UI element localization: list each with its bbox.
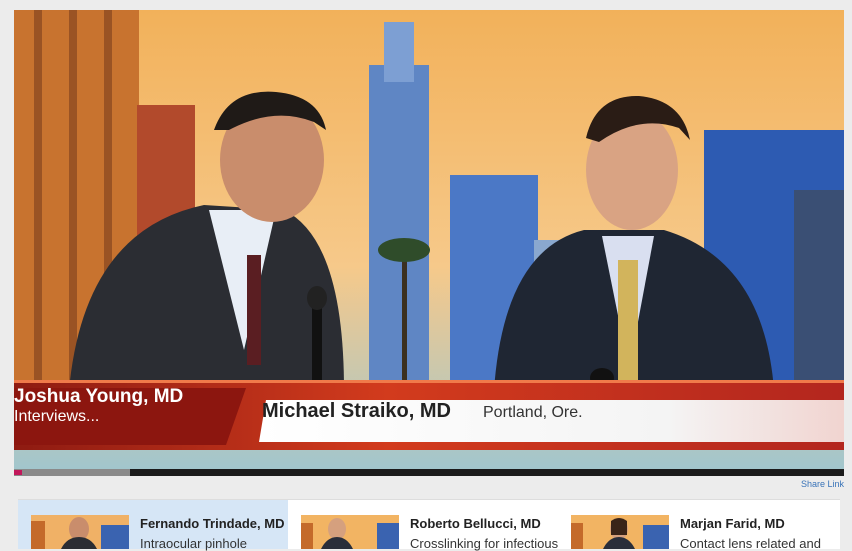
playlist-item[interactable]: Marjan Farid, MD Contact lens related an… xyxy=(558,500,828,551)
video-thumbnail xyxy=(301,515,399,549)
video-thumbnail xyxy=(571,515,669,549)
playlist-item-desc: Contact lens related and xyxy=(680,536,821,551)
video-progress-bar[interactable] xyxy=(14,469,844,476)
video-thumbnail xyxy=(31,515,129,549)
guest-name: Michael Straiko, MD xyxy=(262,400,451,422)
progress-marker xyxy=(14,470,22,475)
progress-fill xyxy=(14,469,131,476)
playlist-item-desc: Intraocular pinhole xyxy=(140,536,247,551)
playlist-item[interactable]: Roberto Bellucci, MD Crosslinking for in… xyxy=(288,500,559,551)
playlist-item-name: Roberto Bellucci, MD xyxy=(410,516,541,531)
host-name: Joshua Young, MD xyxy=(14,386,184,407)
host-subtitle: Interviews... xyxy=(14,408,100,425)
playlist-item-name: Fernando Trindade, MD xyxy=(140,516,285,531)
playlist-item[interactable]: Fernando Trindade, MD Intraocular pinhol… xyxy=(18,500,288,551)
playlist-item-desc: Crosslinking for infectious xyxy=(410,536,559,551)
playlist-item-name: Marjan Farid, MD xyxy=(680,516,785,531)
guest-location: Portland, Ore. xyxy=(483,404,583,421)
share-link[interactable]: Share Link xyxy=(801,479,844,489)
playlist-strip: Fernando Trindade, MD Intraocular pinhol… xyxy=(18,499,840,551)
